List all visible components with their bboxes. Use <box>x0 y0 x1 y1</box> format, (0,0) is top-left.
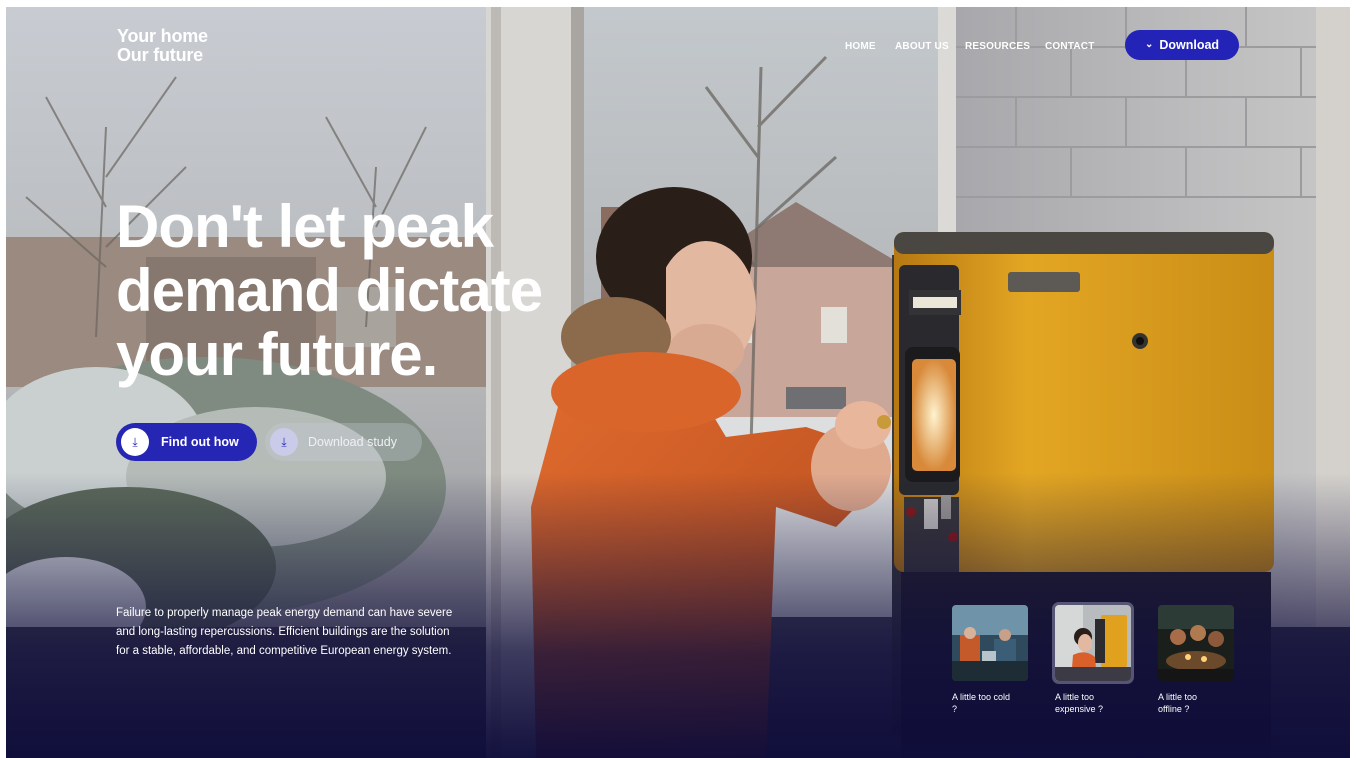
find-out-how-label: Find out how <box>161 435 239 449</box>
card-offline-label-1: A little too <box>1158 692 1198 702</box>
download-icon: ⤓ <box>121 428 149 456</box>
card-cold-label-2: ? <box>952 704 958 714</box>
download-icon: ⤓ <box>270 428 298 456</box>
card-expensive-label-2: expensive ? <box>1055 704 1104 714</box>
card-cold-label-1: A little too cold <box>952 692 1011 702</box>
hero-description: Failure to properly manage peak energy d… <box>116 604 496 661</box>
story-card-offline[interactable]: A little too offline ? <box>1158 605 1238 715</box>
story-card-cold[interactable]: A little too cold ? <box>952 605 1032 715</box>
nav-contact[interactable]: CONTACT <box>1045 41 1095 52</box>
headline-line-2: demand dictate <box>116 257 543 324</box>
meter-woman-image <box>1052 602 1134 684</box>
nav-home[interactable]: HOME <box>845 41 876 52</box>
description-line-1: Failure to properly manage peak energy d… <box>116 607 453 619</box>
nav-about-us[interactable]: ABOUT US <box>895 41 949 52</box>
find-out-how-button[interactable]: ⤓ Find out how <box>116 423 257 461</box>
candlelight-family-image <box>1158 605 1234 681</box>
hero-section: Your home Our future HOME ABOUT US RESOU… <box>6 7 1350 758</box>
description-line-3: for a stable, affordable, and competitiv… <box>116 645 452 657</box>
card-expensive-label-1: A little too <box>1055 692 1095 702</box>
headline-line-1: Don't let peak <box>116 193 494 260</box>
description-line-2: and long-lasting repercussions. Efficien… <box>116 626 450 638</box>
header-download-label: Download <box>1159 38 1220 52</box>
office-workers-image <box>952 605 1028 681</box>
story-card-expensive[interactable]: A little too expensive ? <box>1052 602 1135 715</box>
chevron-down-icon: ⌄ <box>1144 39 1154 50</box>
card-offline-label-2: offline ? <box>1158 704 1190 714</box>
brand-line-2: Our future <box>117 45 203 65</box>
nav-resources[interactable]: RESOURCES <box>965 41 1030 52</box>
header-download-button[interactable]: ⌄ Download <box>1125 30 1239 60</box>
hero-headline: Don't let peak demand dictate your futur… <box>116 193 543 388</box>
brand-line-1: Your home <box>117 26 208 46</box>
download-study-label: Download study <box>308 435 397 449</box>
headline-line-3: your future. <box>116 321 438 388</box>
download-study-button[interactable]: ⤓ Download study <box>265 423 422 461</box>
brand-logo[interactable]: Your home Our future <box>117 27 208 65</box>
